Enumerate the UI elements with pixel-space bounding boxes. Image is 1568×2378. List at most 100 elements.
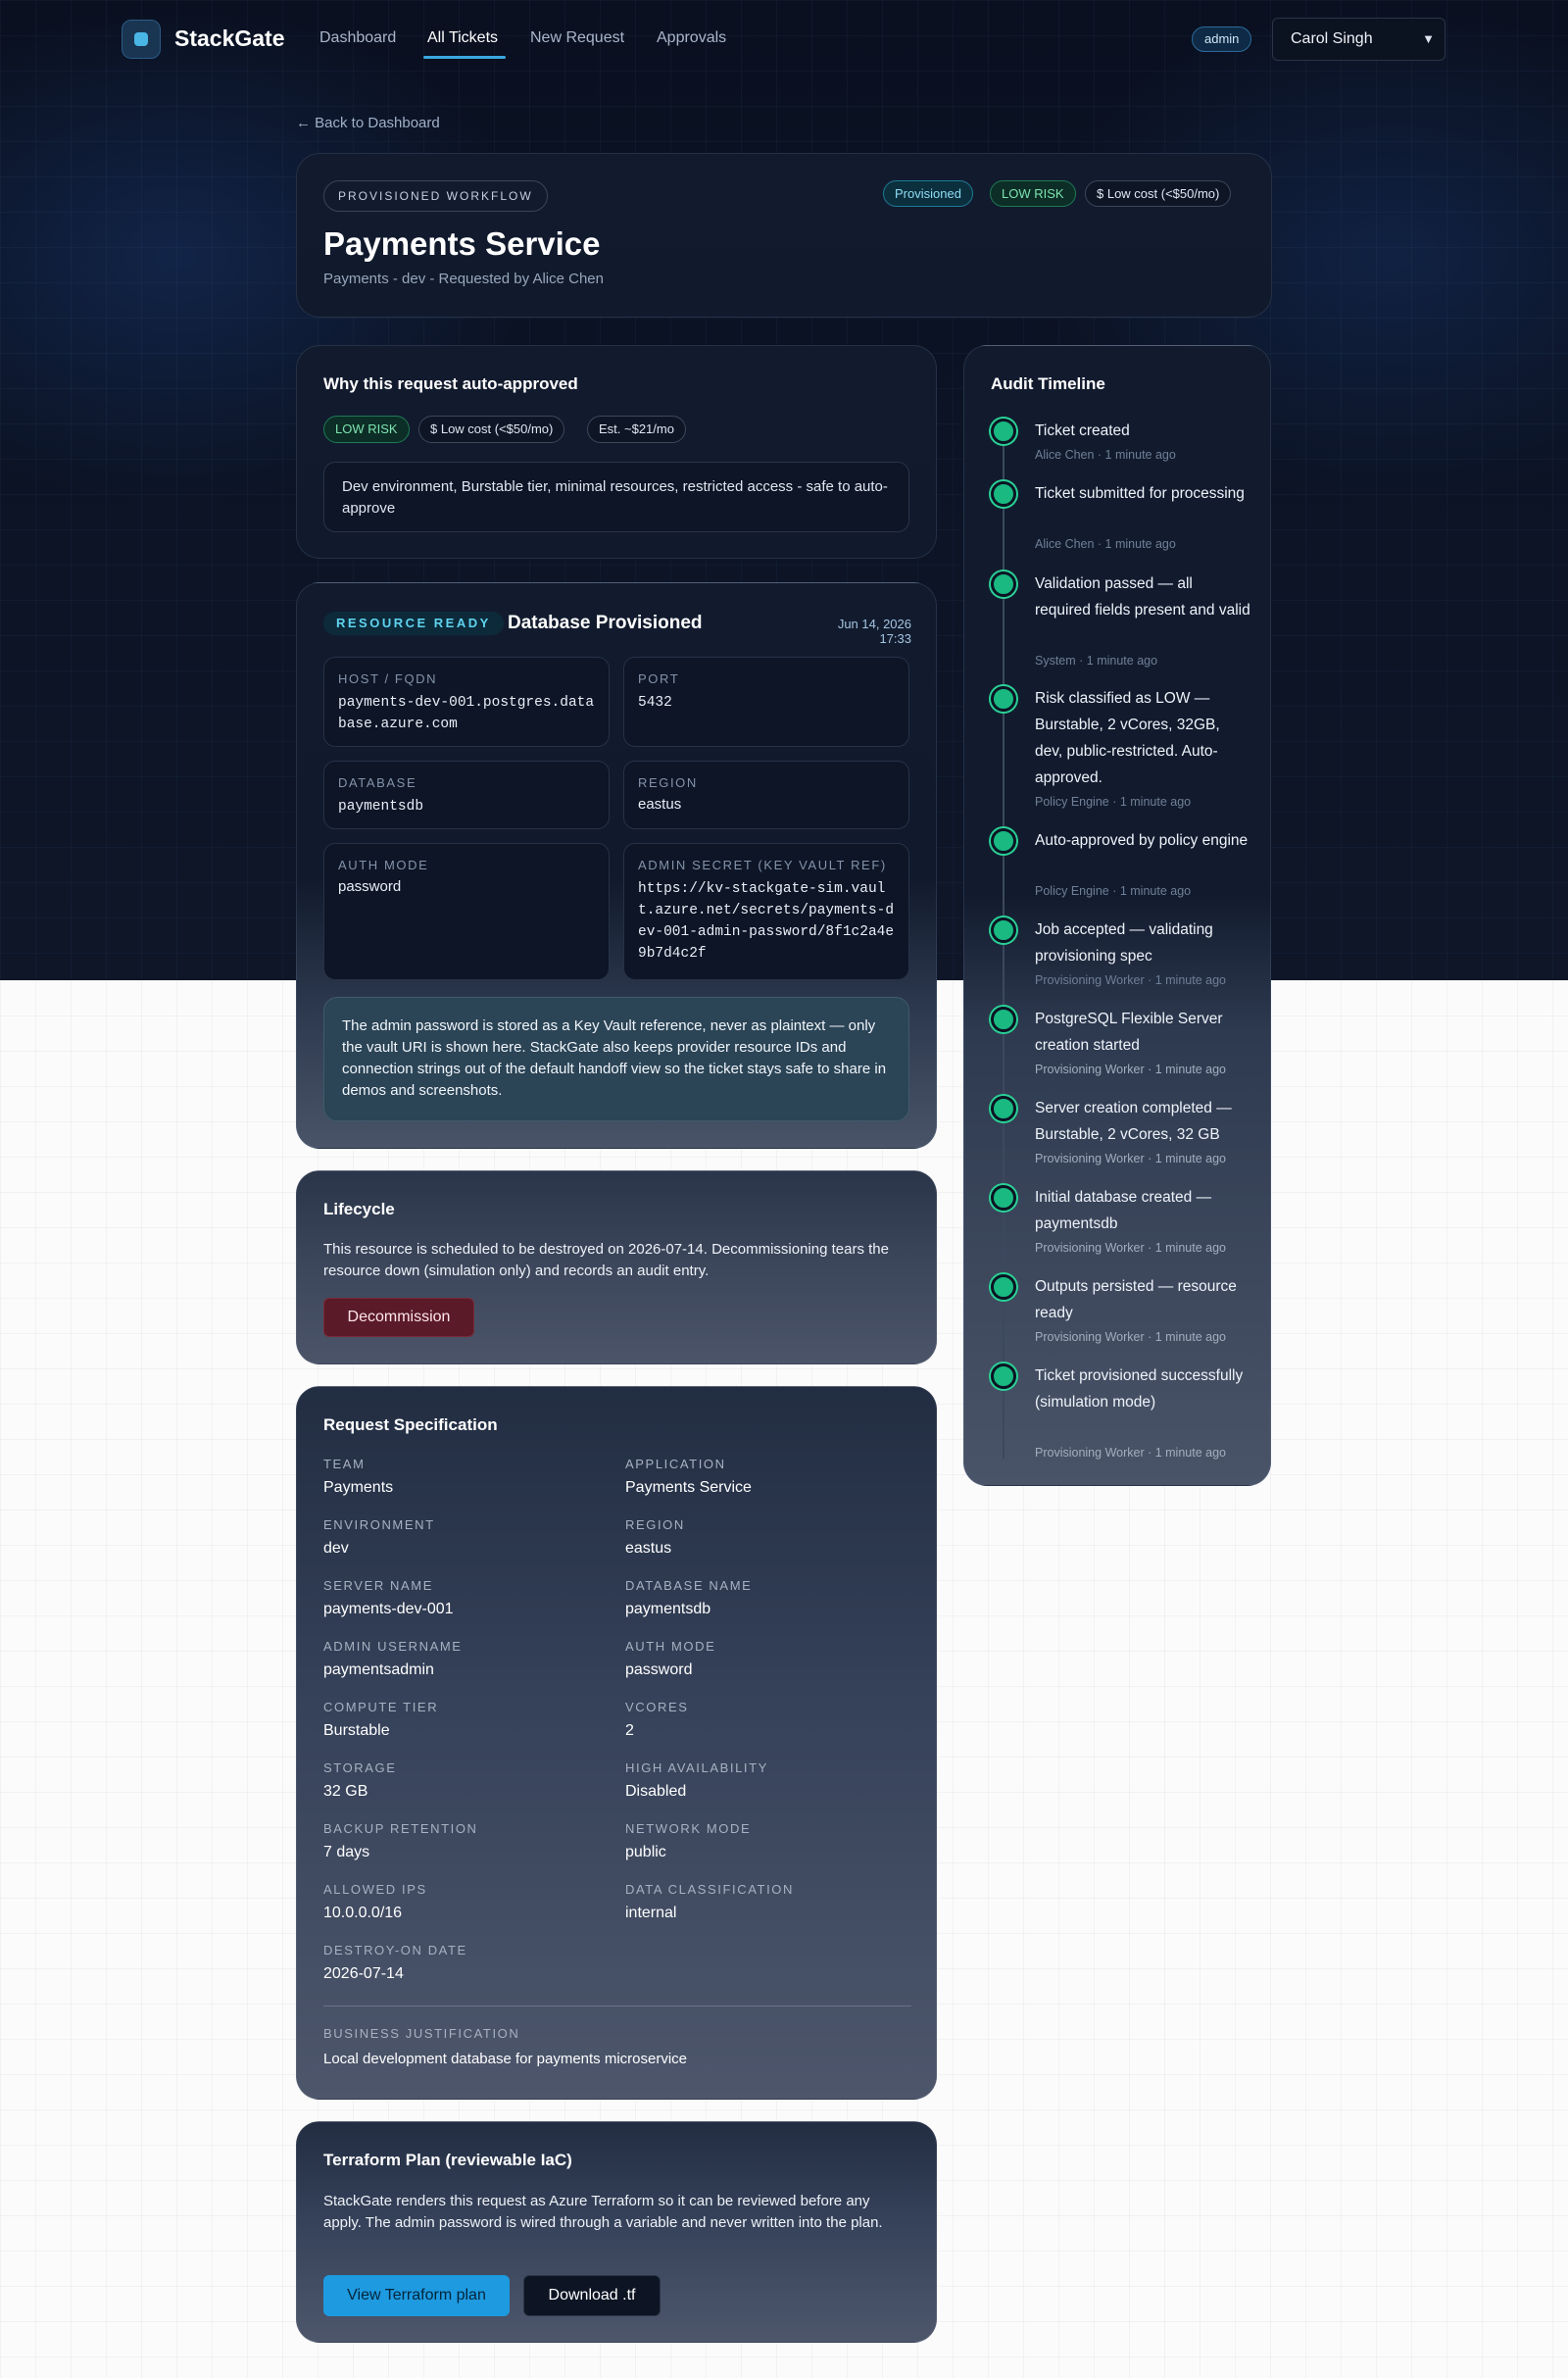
timeline-event-meta: Provisioning Worker · 1 minute ago [1035, 1446, 1226, 1460]
status-badge: Provisioned [883, 180, 973, 207]
spec-label-vcores: VCORES [625, 1700, 689, 1714]
timeline-status-icon [991, 571, 1016, 597]
chevron-down-icon: ▼ [1422, 31, 1435, 46]
nav-link-new-request[interactable]: New Request [530, 29, 624, 47]
back-to-dashboard-link[interactable]: ← Back to Dashboard [296, 115, 440, 131]
spec-value-storage: 32 GB [323, 1783, 368, 1800]
spec-label-environment: ENVIRONMENT [323, 1517, 435, 1532]
database-value[interactable]: paymentsdb [338, 796, 595, 817]
spec-label-backup-retention: BACKUP RETENTION [323, 1821, 478, 1836]
database-label: DATABASE [338, 775, 417, 790]
security-info-note: The admin password is stored as a Key Va… [323, 997, 909, 1121]
port-field: PORT 5432 [623, 657, 909, 747]
stackgate-logo-icon[interactable] [122, 20, 161, 59]
timeline-status-icon [991, 1185, 1016, 1211]
port-value[interactable]: 5432 [638, 692, 895, 714]
admin-secret-field: ADMIN SECRET (KEY VAULT REF) https://kv-… [623, 843, 909, 980]
timeline-event-meta: System · 1 minute ago [1035, 654, 1158, 668]
spec-value-server-name: payments-dev-001 [323, 1601, 454, 1617]
timeline-event-title: Ticket submitted for processing [1035, 485, 1245, 502]
risk-chip: LOW RISK [323, 416, 410, 443]
spec-value-high-availability: Disabled [625, 1783, 687, 1800]
timeline-status-icon [991, 481, 1016, 507]
auth-mode-value: password [338, 878, 402, 895]
region-field: REGION eastus [623, 761, 909, 829]
timeline-event-title: Validation passed — all required fields … [1035, 575, 1250, 619]
auth-mode-label: AUTH MODE [338, 858, 429, 872]
timeline-event-title: Auto-approved by policy engine [1035, 832, 1249, 849]
spec-value-destroy-on-date: 2026-07-14 [323, 1965, 404, 1982]
spec-label-network-mode: NETWORK MODE [625, 1821, 752, 1836]
spec-value-backup-retention: 7 days [323, 1844, 370, 1860]
region-label: REGION [638, 775, 698, 790]
business-justification-label: BUSINESS JUSTIFICATION [323, 2026, 520, 2041]
timeline-event-meta: Provisioning Worker · 1 minute ago [1035, 973, 1226, 987]
timeline-event-title: Server creation completed — Burstable, 2… [1035, 1100, 1232, 1143]
spec-label-region: REGION [625, 1517, 685, 1532]
lifecycle-title: Lifecycle [323, 1200, 395, 1218]
request-specification-title: Request Specification [323, 1415, 498, 1434]
view-terraform-plan-button[interactable]: View Terraform plan [323, 2275, 510, 2316]
spec-label-compute-tier: COMPUTE TIER [323, 1700, 439, 1714]
timeline-event-meta: Provisioning Worker · 1 minute ago [1035, 1063, 1226, 1076]
audit-timeline-title: Audit Timeline [991, 374, 1105, 393]
timeline-event-title: Ticket created [1035, 422, 1130, 439]
terraform-plan-title: Terraform Plan (reviewable IaC) [323, 2151, 572, 2169]
workflow-eyebrow: PROVISIONED WORKFLOW [323, 180, 548, 212]
spec-value-compute-tier: Burstable [323, 1722, 390, 1739]
page-subtitle: Payments - dev - Requested by Alice Chen [323, 271, 604, 287]
timeline-status-icon [991, 1007, 1016, 1032]
region-value: eastus [638, 796, 682, 813]
timeline-status-icon [991, 917, 1016, 943]
risk-badge: LOW RISK [990, 180, 1076, 207]
cost-chip: $ Low cost (<$50/mo) [418, 416, 565, 443]
spec-label-application: APPLICATION [625, 1457, 726, 1471]
decommission-button[interactable]: Decommission [323, 1298, 474, 1337]
host-value[interactable]: payments-dev-001.postgres.database.azure… [338, 692, 595, 735]
timeline-event-meta: Provisioning Worker · 1 minute ago [1035, 1152, 1226, 1165]
database-provisioned-title: Database Provisioned [508, 613, 703, 633]
provisioned-date: Jun 14, 2026 17:33 [837, 617, 911, 646]
current-user: Carol Singh [1291, 30, 1373, 47]
page-title: Payments Service [323, 225, 601, 262]
admin-secret-value[interactable]: https://kv-stackgate-sim.vault.azure.net… [638, 878, 895, 965]
timeline-event-meta: Provisioning Worker · 1 minute ago [1035, 1330, 1226, 1344]
timeline-status-icon [991, 1274, 1016, 1300]
spec-label-team: TEAM [323, 1457, 366, 1471]
spec-value-data-classification: internal [625, 1905, 677, 1921]
spec-value-auth-mode: password [625, 1661, 693, 1678]
timeline-status-icon [991, 686, 1016, 712]
nav-link-all-tickets[interactable]: All Tickets [427, 29, 498, 47]
download-tf-button[interactable]: Download .tf [523, 2275, 661, 2316]
brand-name[interactable]: StackGate [174, 25, 285, 52]
auth-mode-field: AUTH MODE password [323, 843, 610, 980]
spec-value-allowed-ips: 10.0.0.0/16 [323, 1905, 403, 1921]
auto-approve-title: Why this request auto-approved [323, 374, 578, 393]
nav-link-dashboard[interactable]: Dashboard [319, 29, 396, 47]
top-navigation: StackGate Dashboard All Tickets New Requ… [0, 0, 1568, 76]
spec-value-region: eastus [625, 1540, 672, 1557]
host-field: HOST / FQDN payments-dev-001.postgres.da… [323, 657, 610, 747]
resource-ready-tag: RESOURCE READY [323, 612, 504, 635]
spec-value-vcores: 2 [625, 1722, 634, 1739]
timeline-event-meta: Alice Chen · 1 minute ago [1035, 537, 1176, 551]
timeline-event-title: PostgreSQL Flexible Server creation star… [1035, 1011, 1223, 1054]
timeline-event-title: Risk classified as LOW — Burstable, 2 vC… [1035, 690, 1220, 786]
spec-label-server-name: SERVER NAME [323, 1578, 433, 1593]
timeline-event-meta: Policy Engine · 1 minute ago [1035, 884, 1192, 898]
spec-label-storage: STORAGE [323, 1760, 397, 1775]
spec-value-application: Payments Service [625, 1479, 752, 1496]
business-justification-value: Local development database for payments … [323, 2051, 688, 2067]
nav-link-approvals[interactable]: Approvals [657, 29, 726, 47]
active-tab-indicator [423, 56, 506, 59]
user-switcher-select[interactable]: Carol Singh ▼ [1272, 18, 1446, 61]
timeline-event-title: Ticket provisioned successfully (simulat… [1035, 1367, 1244, 1411]
role-badge: admin [1192, 26, 1252, 52]
host-label: HOST / FQDN [338, 671, 438, 686]
spec-label-admin-username: ADMIN USERNAME [323, 1639, 463, 1654]
timeline-event-meta: Alice Chen · 1 minute ago [1035, 448, 1176, 462]
approval-reason: Dev environment, Burstable tier, minimal… [323, 462, 909, 532]
spec-label-database-name: DATABASE NAME [625, 1578, 753, 1593]
timeline-status-icon [991, 1096, 1016, 1121]
timeline-event-meta: Provisioning Worker · 1 minute ago [1035, 1241, 1226, 1255]
